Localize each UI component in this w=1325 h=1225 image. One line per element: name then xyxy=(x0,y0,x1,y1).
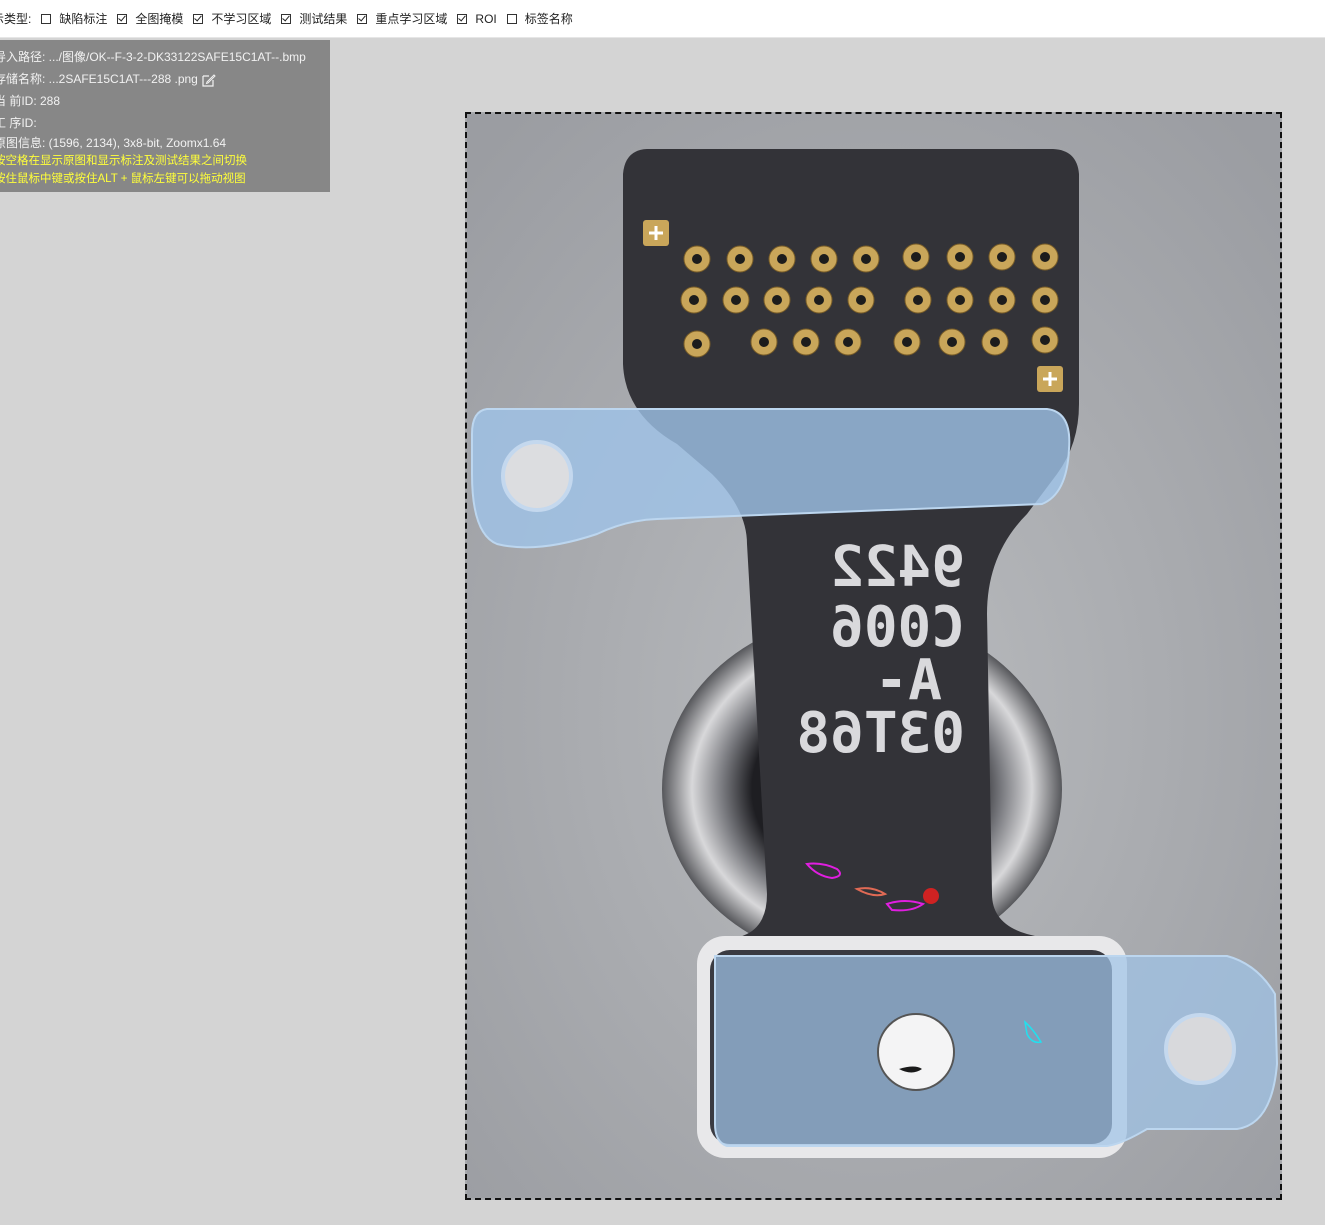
option-label: 测试结果 xyxy=(299,12,348,26)
checkbox[interactable] xyxy=(357,13,368,24)
option-label: 不学习区域 xyxy=(211,12,272,26)
checkbox[interactable] xyxy=(41,13,52,24)
save-name: 存储名称: ...2SAFE15C1AT---288 .png xyxy=(0,72,198,86)
checkbox[interactable] xyxy=(281,13,292,24)
option-roi[interactable]: ROI xyxy=(457,11,497,26)
hint-drag-view: 按住鼠标中键或按住ALT + 鼠标左键可以拖动视图 xyxy=(0,173,246,185)
import-path: 导入路径: .../图像/OK--F-3-2-DK33122SAFE15C1AT… xyxy=(0,50,306,64)
option-label: ROI xyxy=(475,11,497,26)
option-label: 全图掩模 xyxy=(135,12,184,26)
option-label: 标签名称 xyxy=(524,12,573,26)
checkbox[interactable] xyxy=(193,13,204,24)
bracket-hole xyxy=(501,440,573,512)
marking-line-4: 03T68 xyxy=(796,701,965,766)
current-id: 当 前ID: 288 xyxy=(0,94,61,108)
display-type-toolbar: 示类型: 缺陷标注 全图掩模 不学习区域 测试结果 重点学习区域 ROI 标签名… xyxy=(0,0,1325,38)
option-label: 缺陷标注 xyxy=(59,12,108,26)
checkbox[interactable] xyxy=(457,13,468,24)
bracket-hole-right xyxy=(1164,1013,1236,1085)
image-info-panel: 导入路径: .../图像/OK--F-3-2-DK33122SAFE15C1AT… xyxy=(0,40,330,192)
inspection-image: 9422 C006 A- 03T68 xyxy=(467,114,1280,1198)
option-label-name[interactable]: 标签名称 xyxy=(506,10,573,27)
checkbox[interactable] xyxy=(506,13,517,24)
image-info: 原图信息: (1596, 2134), 3x8-bit, Zoomx1.64 xyxy=(0,136,227,150)
option-test-result[interactable]: 测试结果 xyxy=(281,10,347,27)
marking-line-1: 9422 xyxy=(830,535,965,600)
sequence-id: 工 序ID: xyxy=(0,116,37,130)
option-label: 重点学习区域 xyxy=(375,12,448,26)
connector-hole xyxy=(877,1013,955,1091)
save-name-row: 存储名称: ...2SAFE15C1AT---288 .png xyxy=(0,68,330,90)
edit-icon[interactable] xyxy=(202,73,216,87)
display-type-label: 示类型: xyxy=(0,12,32,26)
option-defect-annotation[interactable]: 缺陷标注 xyxy=(41,10,107,27)
option-no-learn-region[interactable]: 不学习区域 xyxy=(193,10,271,27)
option-full-mask[interactable]: 全图掩模 xyxy=(117,10,183,27)
checkbox[interactable] xyxy=(117,13,128,24)
image-viewport[interactable]: 9422 C006 A- 03T68 xyxy=(465,112,1282,1200)
hint-space-toggle: 按空格在显示原图和显示标注及测试结果之间切换 xyxy=(0,155,247,167)
option-focus-learn-region[interactable]: 重点学习区域 xyxy=(357,10,447,27)
